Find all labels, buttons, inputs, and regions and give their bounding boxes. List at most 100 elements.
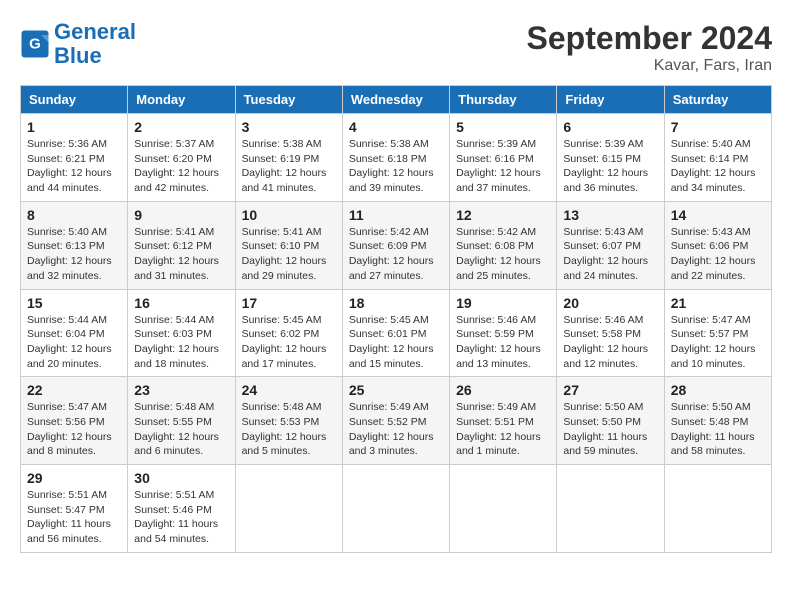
day-info: Sunrise: 5:51 AM Sunset: 5:46 PM Dayligh… — [134, 488, 228, 547]
table-row — [235, 465, 342, 553]
table-row — [450, 465, 557, 553]
day-info: Sunrise: 5:38 AM Sunset: 6:19 PM Dayligh… — [242, 137, 336, 196]
table-row: 29 Sunrise: 5:51 AM Sunset: 5:47 PM Dayl… — [21, 465, 128, 553]
table-row: 17 Sunrise: 5:45 AM Sunset: 6:02 PM Dayl… — [235, 289, 342, 377]
day-number: 2 — [134, 119, 228, 135]
calendar-week-row: 1 Sunrise: 5:36 AM Sunset: 6:21 PM Dayli… — [21, 114, 772, 202]
table-row: 5 Sunrise: 5:39 AM Sunset: 6:16 PM Dayli… — [450, 114, 557, 202]
calendar-week-row: 22 Sunrise: 5:47 AM Sunset: 5:56 PM Dayl… — [21, 377, 772, 465]
col-monday: Monday — [128, 86, 235, 114]
table-row: 20 Sunrise: 5:46 AM Sunset: 5:58 PM Dayl… — [557, 289, 664, 377]
table-row — [342, 465, 449, 553]
table-row: 11 Sunrise: 5:42 AM Sunset: 6:09 PM Dayl… — [342, 201, 449, 289]
day-info: Sunrise: 5:45 AM Sunset: 6:01 PM Dayligh… — [349, 313, 443, 372]
table-row: 21 Sunrise: 5:47 AM Sunset: 5:57 PM Dayl… — [664, 289, 771, 377]
day-info: Sunrise: 5:40 AM Sunset: 6:13 PM Dayligh… — [27, 225, 121, 284]
day-info: Sunrise: 5:48 AM Sunset: 5:53 PM Dayligh… — [242, 400, 336, 459]
day-info: Sunrise: 5:48 AM Sunset: 5:55 PM Dayligh… — [134, 400, 228, 459]
col-thursday: Thursday — [450, 86, 557, 114]
day-number: 5 — [456, 119, 550, 135]
table-row: 26 Sunrise: 5:49 AM Sunset: 5:51 PM Dayl… — [450, 377, 557, 465]
day-info: Sunrise: 5:40 AM Sunset: 6:14 PM Dayligh… — [671, 137, 765, 196]
svg-text:G: G — [29, 36, 41, 53]
day-info: Sunrise: 5:39 AM Sunset: 6:15 PM Dayligh… — [563, 137, 657, 196]
table-row: 9 Sunrise: 5:41 AM Sunset: 6:12 PM Dayli… — [128, 201, 235, 289]
day-number: 12 — [456, 207, 550, 223]
day-number: 9 — [134, 207, 228, 223]
table-row: 7 Sunrise: 5:40 AM Sunset: 6:14 PM Dayli… — [664, 114, 771, 202]
table-row: 13 Sunrise: 5:43 AM Sunset: 6:07 PM Dayl… — [557, 201, 664, 289]
title-block: September 2024 Kavar, Fars, Iran — [527, 20, 772, 75]
day-number: 28 — [671, 382, 765, 398]
day-info: Sunrise: 5:50 AM Sunset: 5:48 PM Dayligh… — [671, 400, 765, 459]
day-number: 4 — [349, 119, 443, 135]
day-number: 10 — [242, 207, 336, 223]
day-number: 23 — [134, 382, 228, 398]
day-number: 3 — [242, 119, 336, 135]
table-row: 16 Sunrise: 5:44 AM Sunset: 6:03 PM Dayl… — [128, 289, 235, 377]
table-row: 3 Sunrise: 5:38 AM Sunset: 6:19 PM Dayli… — [235, 114, 342, 202]
month-title: September 2024 — [527, 20, 772, 57]
day-number: 18 — [349, 295, 443, 311]
table-row: 12 Sunrise: 5:42 AM Sunset: 6:08 PM Dayl… — [450, 201, 557, 289]
day-info: Sunrise: 5:42 AM Sunset: 6:08 PM Dayligh… — [456, 225, 550, 284]
table-row: 10 Sunrise: 5:41 AM Sunset: 6:10 PM Dayl… — [235, 201, 342, 289]
day-info: Sunrise: 5:46 AM Sunset: 5:59 PM Dayligh… — [456, 313, 550, 372]
day-number: 29 — [27, 470, 121, 486]
table-row: 23 Sunrise: 5:48 AM Sunset: 5:55 PM Dayl… — [128, 377, 235, 465]
day-info: Sunrise: 5:41 AM Sunset: 6:10 PM Dayligh… — [242, 225, 336, 284]
table-row: 25 Sunrise: 5:49 AM Sunset: 5:52 PM Dayl… — [342, 377, 449, 465]
table-row — [664, 465, 771, 553]
day-number: 25 — [349, 382, 443, 398]
col-wednesday: Wednesday — [342, 86, 449, 114]
day-info: Sunrise: 5:49 AM Sunset: 5:51 PM Dayligh… — [456, 400, 550, 459]
day-number: 30 — [134, 470, 228, 486]
table-row: 24 Sunrise: 5:48 AM Sunset: 5:53 PM Dayl… — [235, 377, 342, 465]
page-header: G General Blue September 2024 Kavar, Far… — [20, 20, 772, 75]
table-row: 19 Sunrise: 5:46 AM Sunset: 5:59 PM Dayl… — [450, 289, 557, 377]
day-number: 22 — [27, 382, 121, 398]
table-row — [557, 465, 664, 553]
table-row: 6 Sunrise: 5:39 AM Sunset: 6:15 PM Dayli… — [557, 114, 664, 202]
table-row: 4 Sunrise: 5:38 AM Sunset: 6:18 PM Dayli… — [342, 114, 449, 202]
table-row: 18 Sunrise: 5:45 AM Sunset: 6:01 PM Dayl… — [342, 289, 449, 377]
day-number: 8 — [27, 207, 121, 223]
logo: G General Blue — [20, 20, 136, 68]
day-number: 24 — [242, 382, 336, 398]
day-info: Sunrise: 5:47 AM Sunset: 5:56 PM Dayligh… — [27, 400, 121, 459]
day-number: 27 — [563, 382, 657, 398]
day-number: 11 — [349, 207, 443, 223]
day-info: Sunrise: 5:47 AM Sunset: 5:57 PM Dayligh… — [671, 313, 765, 372]
day-number: 20 — [563, 295, 657, 311]
day-number: 19 — [456, 295, 550, 311]
col-sunday: Sunday — [21, 86, 128, 114]
day-number: 15 — [27, 295, 121, 311]
col-friday: Friday — [557, 86, 664, 114]
day-info: Sunrise: 5:50 AM Sunset: 5:50 PM Dayligh… — [563, 400, 657, 459]
day-info: Sunrise: 5:45 AM Sunset: 6:02 PM Dayligh… — [242, 313, 336, 372]
table-row: 2 Sunrise: 5:37 AM Sunset: 6:20 PM Dayli… — [128, 114, 235, 202]
day-info: Sunrise: 5:41 AM Sunset: 6:12 PM Dayligh… — [134, 225, 228, 284]
col-tuesday: Tuesday — [235, 86, 342, 114]
day-number: 16 — [134, 295, 228, 311]
calendar-table: Sunday Monday Tuesday Wednesday Thursday… — [20, 85, 772, 553]
table-row: 27 Sunrise: 5:50 AM Sunset: 5:50 PM Dayl… — [557, 377, 664, 465]
calendar-week-row: 8 Sunrise: 5:40 AM Sunset: 6:13 PM Dayli… — [21, 201, 772, 289]
day-number: 17 — [242, 295, 336, 311]
location: Kavar, Fars, Iran — [527, 57, 772, 75]
calendar-week-row: 29 Sunrise: 5:51 AM Sunset: 5:47 PM Dayl… — [21, 465, 772, 553]
day-info: Sunrise: 5:39 AM Sunset: 6:16 PM Dayligh… — [456, 137, 550, 196]
logo-text: General Blue — [54, 20, 136, 68]
table-row: 8 Sunrise: 5:40 AM Sunset: 6:13 PM Dayli… — [21, 201, 128, 289]
logo-icon: G — [20, 29, 50, 59]
table-row: 14 Sunrise: 5:43 AM Sunset: 6:06 PM Dayl… — [664, 201, 771, 289]
day-info: Sunrise: 5:36 AM Sunset: 6:21 PM Dayligh… — [27, 137, 121, 196]
day-info: Sunrise: 5:44 AM Sunset: 6:03 PM Dayligh… — [134, 313, 228, 372]
table-row: 28 Sunrise: 5:50 AM Sunset: 5:48 PM Dayl… — [664, 377, 771, 465]
day-info: Sunrise: 5:49 AM Sunset: 5:52 PM Dayligh… — [349, 400, 443, 459]
day-info: Sunrise: 5:46 AM Sunset: 5:58 PM Dayligh… — [563, 313, 657, 372]
table-row: 15 Sunrise: 5:44 AM Sunset: 6:04 PM Dayl… — [21, 289, 128, 377]
day-info: Sunrise: 5:37 AM Sunset: 6:20 PM Dayligh… — [134, 137, 228, 196]
day-info: Sunrise: 5:44 AM Sunset: 6:04 PM Dayligh… — [27, 313, 121, 372]
table-row: 1 Sunrise: 5:36 AM Sunset: 6:21 PM Dayli… — [21, 114, 128, 202]
